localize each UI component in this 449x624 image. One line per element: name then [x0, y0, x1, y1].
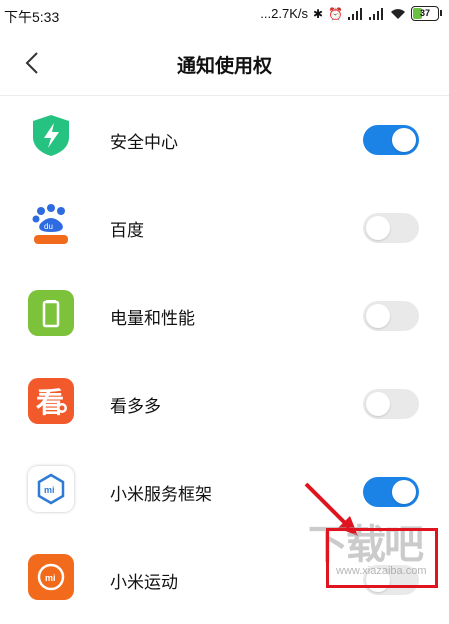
- bluetooth-icon: ✱: [312, 6, 324, 21]
- status-time: 下午5:33: [4, 9, 60, 25]
- mi-service-icon: mi: [28, 466, 74, 512]
- battery-icon: 37: [411, 6, 442, 21]
- status-bar: 下午5:33 ...2.7K/s ✱ ⏰ 37: [0, 0, 449, 34]
- app-name: 看多多: [110, 397, 161, 417]
- svg-text:mi: mi: [45, 573, 56, 583]
- battery-level: 37: [419, 8, 430, 18]
- battery-icon: [28, 290, 74, 336]
- notification-toggle[interactable]: [363, 301, 419, 331]
- status-icons: ...2.7K/s ✱ ⏰ 37: [260, 6, 442, 21]
- shield-lightning-icon: [28, 112, 74, 158]
- list-item[interactable]: 安全中心: [0, 96, 449, 184]
- kanduoduo-icon: 看: [28, 378, 74, 424]
- baidu-paw-icon: du: [28, 202, 74, 248]
- page-title: 通知使用权: [176, 55, 272, 77]
- wifi-icon: [391, 8, 405, 19]
- svg-text:mi: mi: [44, 485, 55, 495]
- app-name: 安全中心: [110, 133, 178, 153]
- svg-text:看: 看: [36, 386, 64, 419]
- app-name: 电量和性能: [110, 309, 195, 329]
- alarm-icon: ⏰: [328, 6, 343, 21]
- app-name: 小米运动: [110, 573, 178, 593]
- app-name: 百度: [110, 221, 144, 241]
- annotation-highlight-box: [326, 528, 438, 588]
- svg-text:du: du: [44, 222, 53, 231]
- signal-hd-icon: [348, 7, 364, 20]
- notification-toggle[interactable]: [363, 389, 419, 419]
- list-item[interactable]: 看 看多多: [0, 360, 449, 448]
- notification-toggle[interactable]: [363, 213, 419, 243]
- signal-icon: [369, 7, 385, 20]
- header: 通知使用权: [0, 34, 449, 94]
- list-item[interactable]: 电量和性能: [0, 272, 449, 360]
- notification-toggle[interactable]: [363, 125, 419, 155]
- network-speed: ...2.7K/s: [260, 6, 308, 21]
- mi-fit-icon: mi: [28, 554, 74, 600]
- list-item[interactable]: du 百度: [0, 184, 449, 272]
- notification-toggle[interactable]: [363, 477, 419, 507]
- app-name: 小米服务框架: [110, 485, 212, 505]
